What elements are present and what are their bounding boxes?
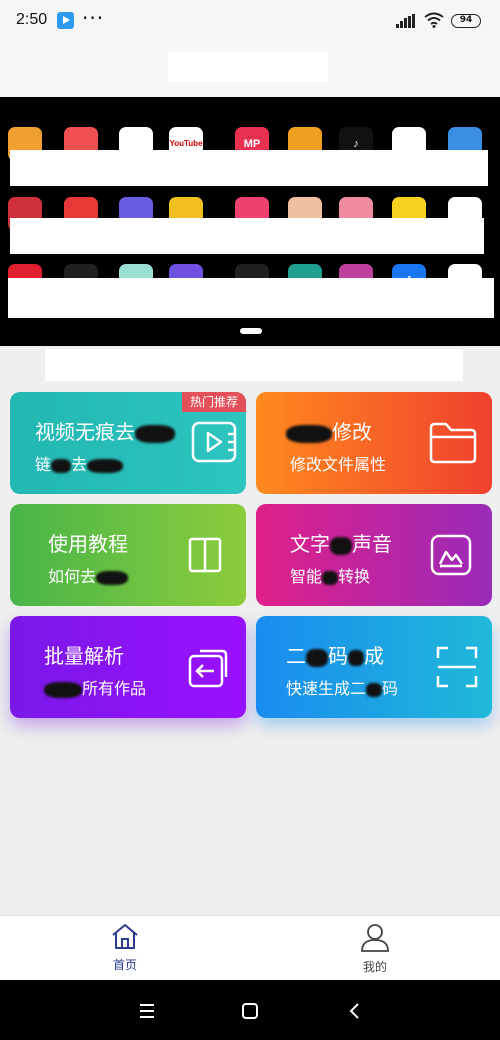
card-modify[interactable]: 修改 修改文件属性 [256, 392, 492, 494]
wifi-icon [424, 12, 444, 28]
image-icon [430, 534, 472, 576]
card-text-to-speech[interactable]: 文字 声音 智能 转换 [256, 504, 492, 606]
card-qr-generate[interactable]: 二码成 快速生成二码 [256, 616, 492, 718]
card-video-watermark[interactable]: 热门推荐 视频无痕去 链去 [10, 392, 246, 494]
redacted-bar [10, 218, 484, 254]
battery-icon: 94 [451, 14, 481, 28]
play-document-icon [191, 421, 237, 463]
batch-import-icon [188, 649, 228, 688]
hot-badge: 热门推荐 [182, 392, 246, 412]
nav-home[interactable]: 首页 [85, 922, 165, 973]
app-notification-icon [57, 12, 74, 29]
folder-icon [429, 422, 477, 464]
card-title: 二码成 [286, 644, 384, 668]
user-icon [361, 924, 389, 952]
card-subtitle: 如何去 [48, 563, 129, 587]
scan-icon [436, 646, 478, 688]
page-title-redacted [168, 52, 328, 82]
nav-profile[interactable]: 我的 [335, 922, 415, 975]
redacted-bar [10, 150, 488, 186]
card-subtitle: 修改文件属性 [290, 455, 387, 474]
back-icon[interactable] [344, 1000, 366, 1022]
card-title: 批量解析 [44, 644, 124, 668]
redacted-bar [8, 278, 494, 318]
home-square-icon[interactable] [239, 1000, 261, 1022]
card-subtitle: 快速生成二码 [286, 679, 399, 698]
header [0, 42, 500, 97]
card-subtitle: 所有作品 [44, 675, 146, 699]
card-batch-parse[interactable]: 批量解析 所有作品 [10, 616, 246, 718]
nav-profile-label: 我的 [362, 960, 387, 974]
card-subtitle: 智能 转换 [290, 567, 371, 586]
status-time: 2:50 [16, 11, 48, 28]
signal-icon [396, 14, 416, 28]
card-title: 文字 声音 [290, 532, 392, 556]
card-title: 修改 [286, 416, 372, 445]
card-tutorial[interactable]: 使用教程 如何去 [10, 504, 246, 606]
book-icon [188, 537, 222, 573]
card-title: 使用教程 [48, 532, 128, 556]
home-icon [112, 924, 138, 949]
system-nav-bar [0, 980, 500, 1040]
bottom-nav: 首页 我的 [0, 915, 500, 980]
nav-home-label: 首页 [112, 958, 137, 972]
status-bar: 2:50 ··· 94 [0, 0, 500, 42]
notice-redacted [45, 349, 463, 381]
card-title: 视频无痕去 [35, 416, 175, 445]
card-subtitle: 链去 [35, 451, 124, 475]
banner-carousel[interactable]: YouTubeMP♪ f [0, 97, 500, 346]
more-notifications-icon: ··· [82, 6, 105, 30]
carousel-indicator[interactable] [240, 328, 262, 334]
menu-icon[interactable] [136, 1000, 158, 1022]
